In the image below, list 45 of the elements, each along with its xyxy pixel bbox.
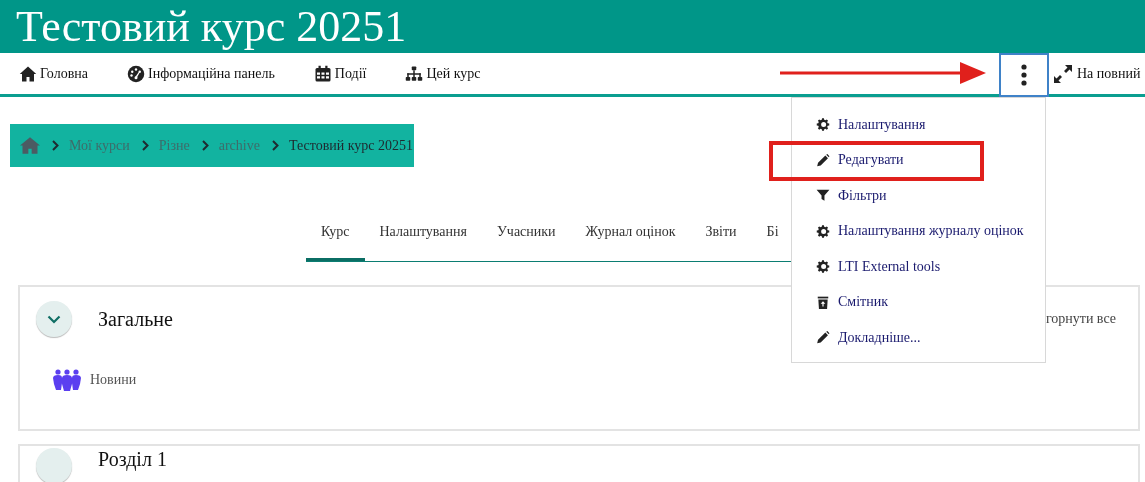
chevron-icon (201, 140, 209, 151)
home-icon[interactable] (20, 137, 40, 154)
settings-icon (816, 223, 830, 239)
fullscreen-button[interactable]: На повний (1053, 63, 1145, 84)
people-icon (52, 369, 82, 391)
pencil-icon (816, 152, 830, 168)
menu-item[interactable]: Налаштування (816, 107, 1045, 143)
tab[interactable]: Курс (306, 205, 365, 261)
nav-link[interactable]: Цей курс (404, 64, 481, 83)
menu-item[interactable]: Смітник (816, 284, 1045, 320)
activity-link[interactable]: Новини (90, 372, 137, 388)
chevron-icon (47, 314, 61, 324)
menu-item[interactable]: Налаштування журналу оцінок (816, 213, 1045, 249)
chevron-icon (52, 140, 59, 151)
collapse-button[interactable] (36, 301, 72, 337)
settings-icon (816, 117, 830, 133)
kebab-icon (1021, 64, 1027, 86)
chevron-icon (141, 140, 149, 151)
tab[interactable]: Налаштування (364, 205, 482, 261)
collapse-all-link[interactable]: горнути все (1045, 311, 1116, 327)
menu-item[interactable]: Докладніше... (816, 320, 1045, 356)
settings-icon (816, 259, 830, 275)
trash-icon (816, 294, 830, 310)
calendar-icon (312, 64, 333, 83)
pencil-icon (816, 330, 830, 346)
tab[interactable]: Журнал оцінок (570, 205, 691, 261)
tab[interactable]: Звіти (690, 205, 752, 261)
section-title: Загальне (98, 307, 173, 331)
expand-icon (1053, 63, 1073, 84)
home-icon (18, 64, 38, 83)
tab[interactable]: Учасники (481, 205, 571, 261)
more-menu-button[interactable] (999, 53, 1049, 97)
nav-link[interactable]: Інформаційна панель (126, 64, 275, 83)
gauge-icon (126, 64, 146, 83)
nav-link[interactable]: Події (312, 64, 367, 83)
tab[interactable]: Бі (751, 205, 794, 261)
chevron-icon (271, 140, 279, 151)
section-title: Розділ 1 (98, 448, 167, 470)
menu-item[interactable]: Редагувати (816, 142, 1045, 178)
sitemap-icon (404, 64, 425, 83)
course-title: Тестовий курс 20251 (16, 4, 407, 49)
menu-item[interactable]: LTI External tools (816, 249, 1045, 285)
menu-item[interactable]: Фільтри (816, 178, 1045, 214)
current-page-label: Тестовий курс 20251 (288, 137, 414, 154)
nav-link[interactable]: Головна (18, 64, 88, 83)
